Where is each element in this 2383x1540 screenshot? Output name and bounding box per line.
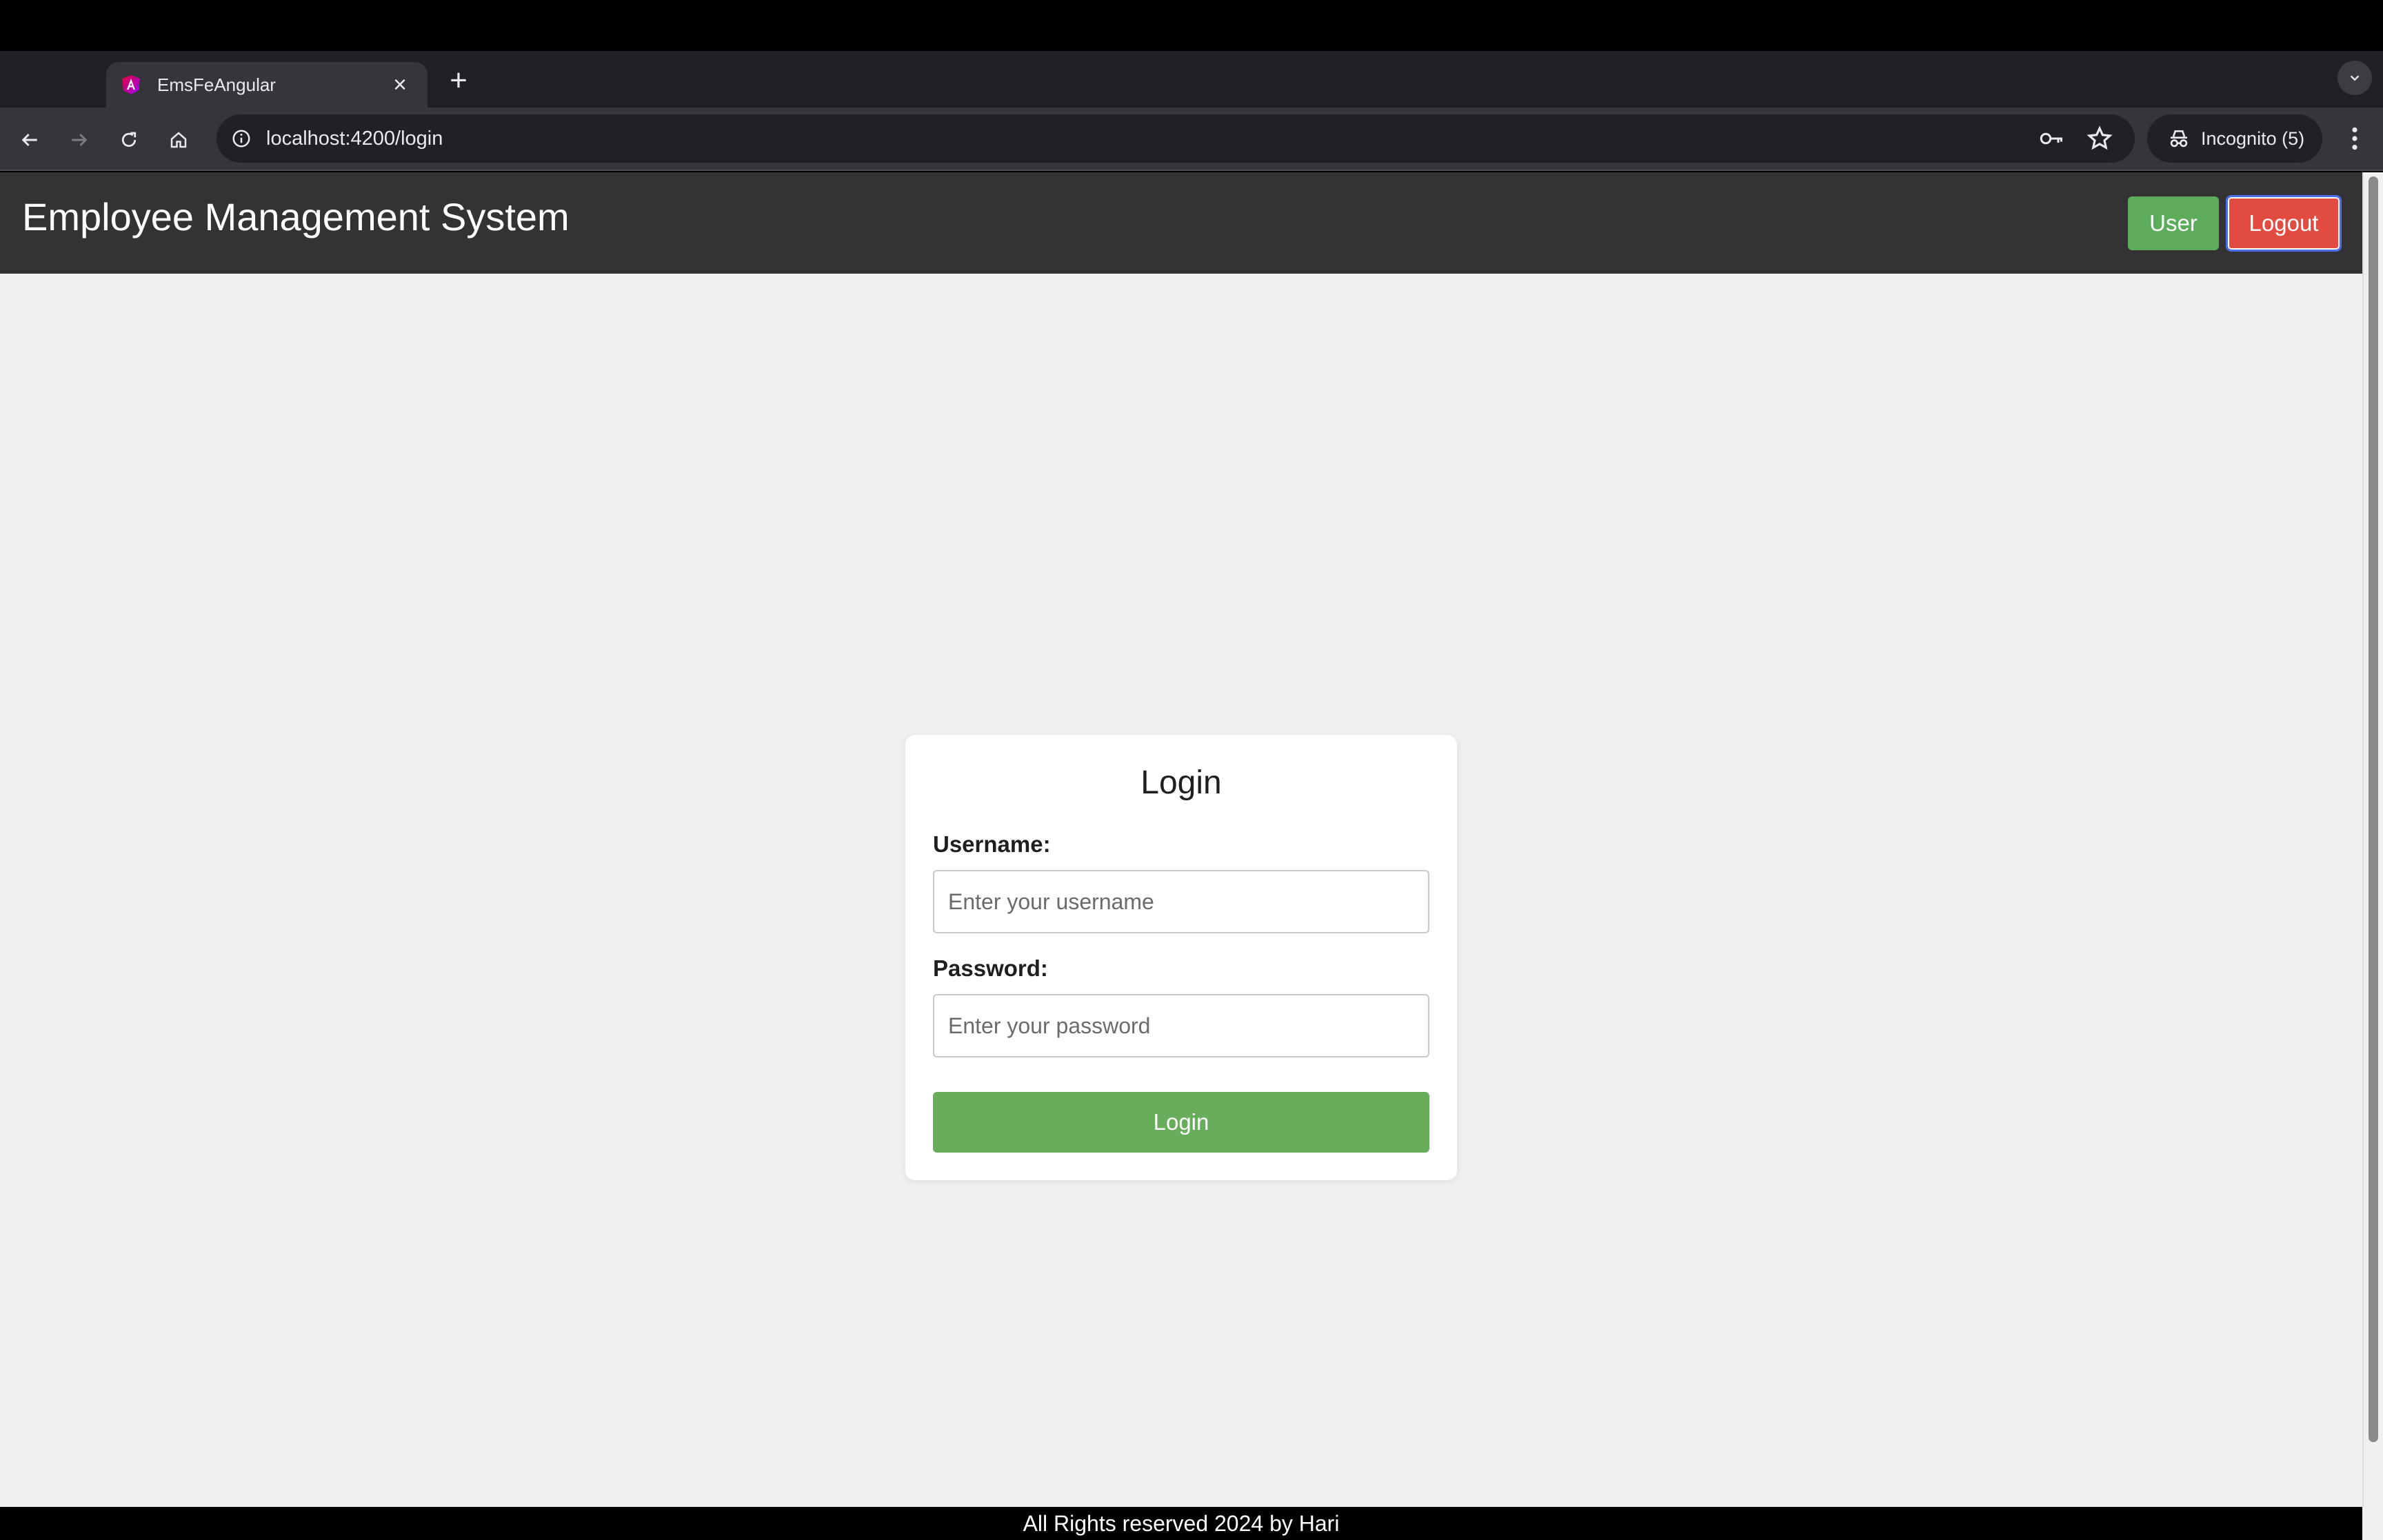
page-footer: All Rights reserved 2024 by Hari <box>0 1507 2362 1540</box>
logout-button[interactable]: Logout <box>2226 195 2342 252</box>
reload-icon[interactable] <box>112 123 146 157</box>
app-title: Employee Management System <box>22 195 570 239</box>
back-arrow-icon[interactable] <box>12 123 47 157</box>
incognito-icon <box>2170 130 2188 148</box>
browser-tab[interactable]: EmsFeAngular × <box>106 62 428 108</box>
incognito-indicator[interactable]: Incognito (5) <box>2147 114 2322 163</box>
forward-arrow-icon[interactable] <box>62 123 97 157</box>
password-input[interactable] <box>933 994 1429 1057</box>
scrollbar-thumb[interactable] <box>2369 176 2378 1442</box>
login-submit-button[interactable]: Login <box>933 1092 1429 1153</box>
page-scrollbar[interactable] <box>2362 172 2383 1507</box>
login-title: Login <box>1140 764 1222 801</box>
user-button[interactable]: User <box>2128 196 2219 250</box>
address-bar[interactable]: localhost:4200/login <box>217 114 2135 163</box>
login-card: Login Username: Password: Login <box>905 735 1457 1180</box>
browser-menu-icon[interactable] <box>2337 121 2372 156</box>
bookmark-star-icon[interactable] <box>2085 124 2114 153</box>
incognito-label: Incognito (5) <box>2201 128 2305 149</box>
os-top-bar <box>0 0 2383 51</box>
tab-search-chevron-down-icon[interactable] <box>2337 61 2372 95</box>
browser-toolbar: localhost:4200/login Incognito (5) <box>0 108 2383 171</box>
page-viewport: Employee Management System User Logout L… <box>0 172 2383 1540</box>
app-header: Employee Management System User Logout <box>0 172 2362 274</box>
angular-favicon-icon <box>122 75 140 94</box>
username-label: Username: <box>933 831 1051 857</box>
browser-tabstrip: EmsFeAngular × + <box>0 51 2383 108</box>
new-tab-plus-icon[interactable]: + <box>441 63 476 98</box>
site-info-icon[interactable] <box>229 126 254 151</box>
address-url: localhost:4200/login <box>266 128 443 150</box>
password-key-icon[interactable] <box>2038 126 2066 151</box>
tab-close-icon[interactable]: × <box>386 71 414 99</box>
tab-title: EmsFeAngular <box>157 74 276 95</box>
home-icon[interactable] <box>161 123 196 157</box>
username-input[interactable] <box>933 870 1429 933</box>
password-label: Password: <box>933 955 1048 981</box>
